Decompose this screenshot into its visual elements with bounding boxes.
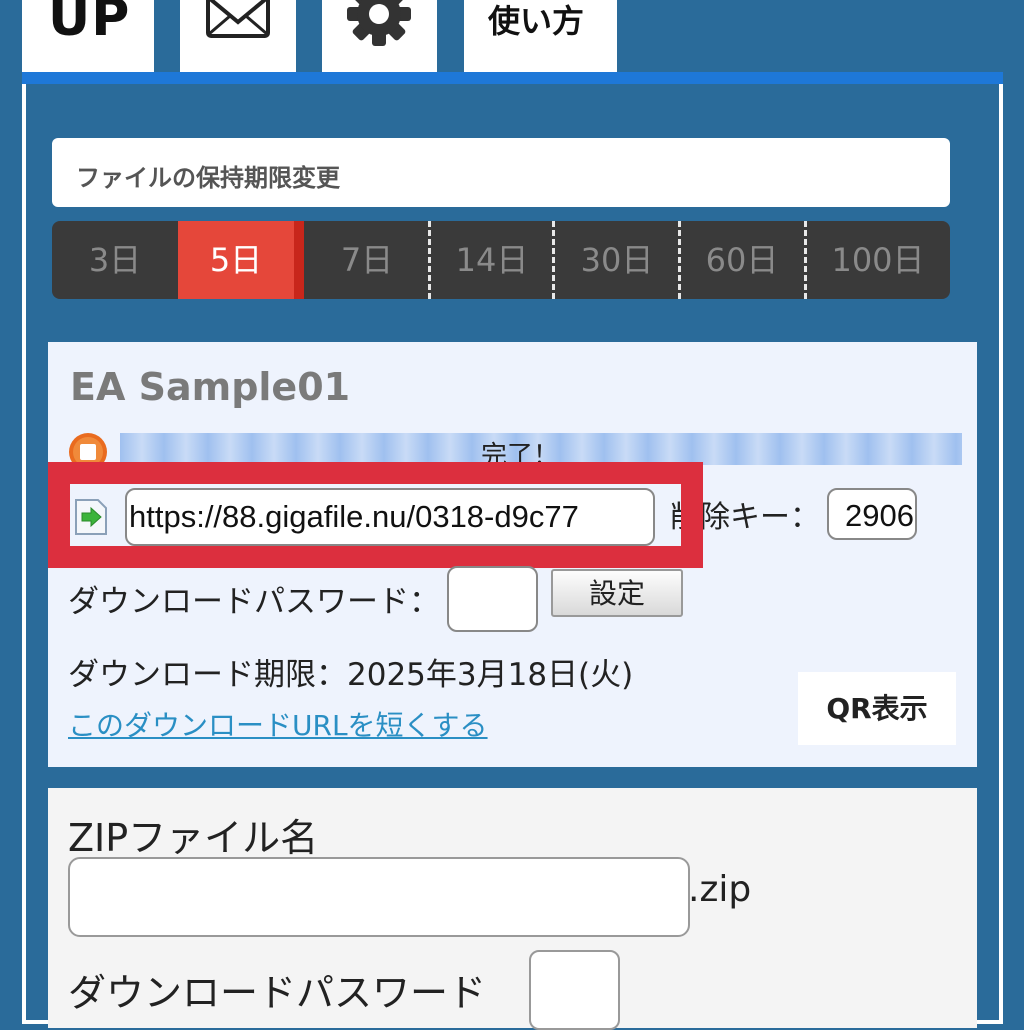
tab-howto-label: 使い方	[488, 2, 585, 40]
day-option-30[interactable]: 30日	[555, 221, 679, 299]
tab-upload[interactable]: UP	[22, 0, 154, 72]
zip-password-field[interactable]	[529, 950, 620, 1030]
zip-filename-label: ZIPファイル名	[68, 816, 319, 860]
gear-icon	[347, 0, 411, 46]
set-password-button[interactable]: 設定	[551, 569, 683, 617]
tab-mail[interactable]	[180, 0, 296, 72]
delete-key-field[interactable]: 2906	[827, 488, 917, 540]
zip-filename-field[interactable]	[68, 857, 690, 937]
tab-howto[interactable]: 使い方	[464, 0, 617, 72]
shorten-url-link[interactable]: このダウンロードURLを短くする	[68, 704, 488, 744]
day-option-7[interactable]: 7日	[304, 221, 430, 299]
zip-password-label: ダウンロードパスワード	[68, 971, 487, 1015]
day-option-60[interactable]: 60日	[680, 221, 804, 299]
day-option-5[interactable]: 5日	[178, 221, 304, 299]
zip-extension: .zip	[688, 869, 752, 910]
qr-display-button[interactable]: QR表示	[798, 672, 956, 745]
tab-settings[interactable]	[322, 0, 437, 72]
download-password-label: ダウンロードパスワード：	[68, 584, 440, 620]
day-option-100[interactable]: 100日	[806, 221, 950, 299]
highlight-box	[48, 462, 703, 568]
day-option-14[interactable]: 14日	[430, 221, 554, 299]
retention-header: ファイルの保持期限変更	[52, 138, 950, 207]
file-name: EA Sample01	[70, 365, 351, 409]
envelope-icon	[206, 0, 270, 38]
download-password-field[interactable]	[447, 566, 538, 632]
tab-upload-label: UP	[48, 0, 131, 48]
retention-label: ファイルの保持期限変更	[76, 164, 340, 192]
retention-selector: 3日 5日 7日 14日 30日 60日 100日	[52, 221, 950, 299]
download-deadline: ダウンロード期限：2025年3月18日(火)	[68, 657, 634, 693]
tab-underline	[22, 72, 1003, 84]
day-option-3[interactable]: 3日	[52, 221, 178, 299]
